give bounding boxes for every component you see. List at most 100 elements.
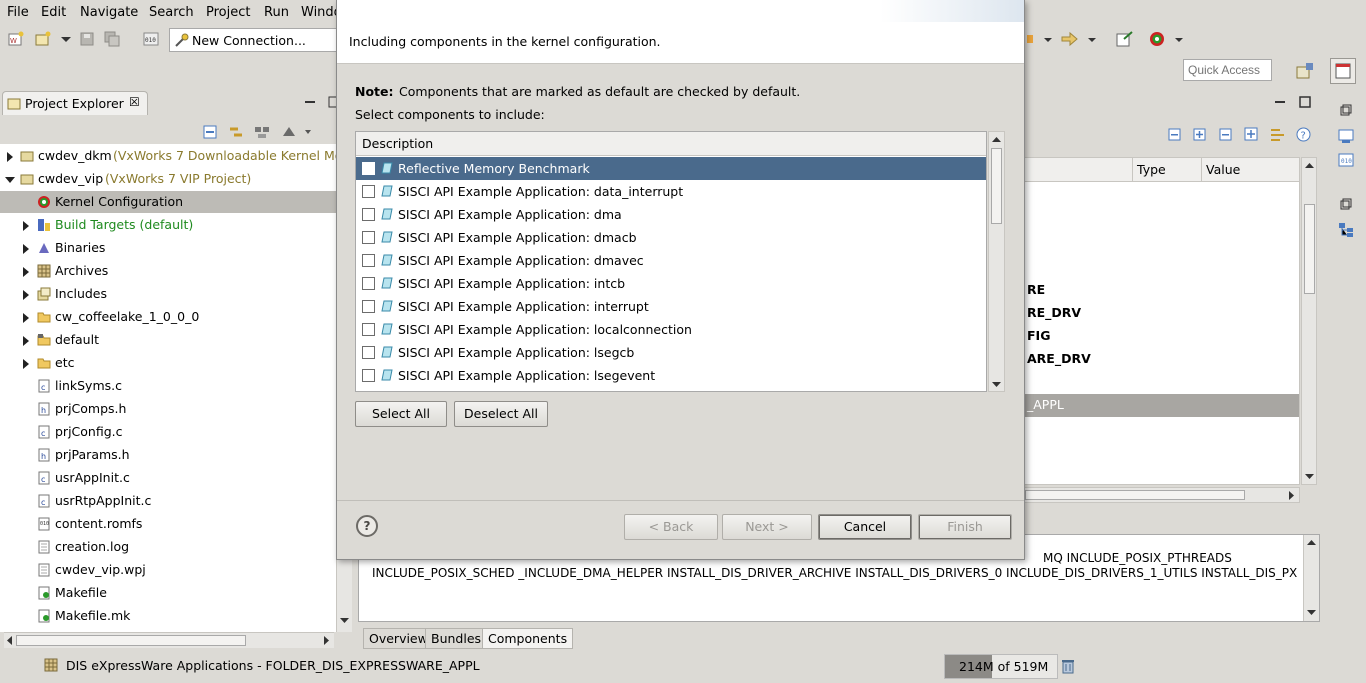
dropdown-arrow-icon[interactable] xyxy=(58,31,74,47)
tree-item-content-romfs[interactable]: 010 content.romfs xyxy=(0,513,336,535)
scroll-down-arrow-icon[interactable] xyxy=(1305,472,1314,481)
explorer-horizontal-scrollbar[interactable] xyxy=(4,632,334,648)
help-icon[interactable]: ? xyxy=(1296,127,1311,142)
restore-icon[interactable] xyxy=(1340,198,1352,210)
vertical-scroll-thumb[interactable] xyxy=(991,148,1002,224)
column-header-type[interactable]: Type xyxy=(1137,162,1166,177)
outline-view-icon[interactable] xyxy=(1338,128,1354,144)
horizontal-scroll-thumb[interactable] xyxy=(1025,490,1245,500)
tree-item-etc[interactable]: etc xyxy=(0,352,336,374)
finish-button[interactable]: Finish xyxy=(918,514,1012,540)
list-item[interactable]: SISCI API Example Application: interrupt xyxy=(356,295,986,318)
column-header-value[interactable]: Value xyxy=(1206,162,1240,177)
menu-run[interactable]: Run xyxy=(264,5,289,20)
expand-icon[interactable] xyxy=(23,267,29,277)
component-checkbox[interactable] xyxy=(362,346,375,359)
select-all-button[interactable]: Select All xyxy=(355,401,447,427)
filter-icon[interactable] xyxy=(254,124,270,140)
trash-icon[interactable] xyxy=(1061,658,1075,674)
tree-item-makefile-mk[interactable]: Makefile.mk xyxy=(0,605,336,627)
tree-item-prjparams[interactable]: h prjParams.h xyxy=(0,444,336,466)
tree-item-linksyms[interactable]: c linkSyms.c xyxy=(0,375,336,397)
close-icon[interactable]: ☒ xyxy=(129,95,140,109)
forward-arrow-icon[interactable] xyxy=(1060,31,1078,47)
minimize-icon[interactable] xyxy=(1274,96,1286,108)
scroll-up-arrow-icon[interactable] xyxy=(1305,161,1314,170)
tree-item-includes[interactable]: Includes xyxy=(0,283,336,305)
component-checkbox[interactable] xyxy=(362,231,375,244)
restore-icon[interactable] xyxy=(1340,104,1352,116)
list-item[interactable]: SISCI API Example Application: data_inte… xyxy=(356,180,986,203)
next-button[interactable]: Next > xyxy=(722,514,812,540)
list-item[interactable]: SISCI API Example Application: dmacb xyxy=(356,226,986,249)
table-vertical-scrollbar[interactable] xyxy=(1301,157,1317,485)
table-row[interactable]: ARE_DRV xyxy=(1027,351,1091,366)
component-checkbox[interactable] xyxy=(362,254,375,267)
tree-item-cwdev-dkm[interactable]: cwdev_dkm (VxWorks 7 Downloadable Kernel… xyxy=(0,145,336,167)
back-button[interactable]: < Back xyxy=(624,514,718,540)
tree-item-build-targets[interactable]: Build Targets (default) xyxy=(0,214,336,236)
menu-navigate[interactable]: Navigate xyxy=(80,5,138,20)
column-header-description[interactable]: Description xyxy=(356,132,986,156)
tree-item-cw-coffeelake[interactable]: cw_coffeelake_1_0_0_0 xyxy=(0,306,336,328)
expand-icon[interactable] xyxy=(7,152,13,162)
help-icon[interactable]: ? xyxy=(356,515,378,537)
perspective-button[interactable] xyxy=(1330,58,1356,84)
table-row[interactable]: RE xyxy=(1027,282,1045,297)
scroll-right-arrow-icon[interactable] xyxy=(1287,491,1295,500)
component-checkbox[interactable] xyxy=(362,162,375,175)
table-row[interactable]: RE_DRV xyxy=(1027,305,1081,320)
tree-item-cwdev-vip[interactable]: cwdev_vip (VxWorks 7 VIP Project) xyxy=(0,168,336,190)
external-tool-icon[interactable] xyxy=(1116,31,1134,47)
tab-overview[interactable]: Overview xyxy=(363,628,434,649)
minimize-icon[interactable] xyxy=(304,96,316,108)
info-vertical-scrollbar[interactable] xyxy=(1303,535,1319,621)
expand-all-icon[interactable] xyxy=(1244,127,1258,141)
expand-icon[interactable] xyxy=(23,244,29,254)
collapse-all-icon[interactable] xyxy=(203,125,217,139)
list-item[interactable]: SISCI API Example Application: lsegevent xyxy=(356,364,986,387)
tree-item-cwdev-vip-wpj[interactable]: cwdev_vip.wpj xyxy=(0,559,336,581)
filter-icon[interactable] xyxy=(1270,127,1286,143)
chevron-down-icon[interactable] xyxy=(304,128,312,136)
list-item[interactable]: Reflective Memory Benchmark xyxy=(356,157,986,180)
dropdown-arrow-icon[interactable] xyxy=(1043,35,1053,45)
new-project-icon[interactable] xyxy=(35,31,51,47)
expand-icon[interactable] xyxy=(23,359,29,369)
list-item[interactable]: SISCI API Example Application: dmavec xyxy=(356,249,986,272)
tree-item-usrappinit[interactable]: c usrAppInit.c xyxy=(0,467,336,489)
terminal-view-icon[interactable]: 010 xyxy=(1338,152,1354,168)
tree-item-creation-log[interactable]: creation.log xyxy=(0,536,336,558)
cancel-button[interactable]: Cancel xyxy=(818,514,912,540)
tree-item-binaries[interactable]: Binaries xyxy=(0,237,336,259)
components-list-scrollbar[interactable] xyxy=(988,131,1005,392)
scroll-down-arrow-icon[interactable] xyxy=(992,380,1001,389)
component-checkbox[interactable] xyxy=(362,185,375,198)
menu-search[interactable]: Search xyxy=(149,5,194,20)
collapse-icon[interactable] xyxy=(5,177,15,183)
tab-bundles[interactable]: Bundles xyxy=(425,628,488,649)
tree-item-kernel-configuration[interactable]: Kernel Configuration xyxy=(0,191,336,213)
scroll-right-arrow-icon[interactable] xyxy=(322,636,330,645)
tree-item-prjconfig[interactable]: c prjConfig.c xyxy=(0,421,336,443)
expand-icon[interactable] xyxy=(23,221,29,231)
scroll-up-arrow-icon[interactable] xyxy=(1307,538,1316,547)
tree-item-makefile[interactable]: Makefile xyxy=(0,582,336,604)
save-all-icon[interactable] xyxy=(104,31,120,47)
horizontal-scroll-thumb[interactable] xyxy=(16,635,246,646)
dropdown-arrow-icon[interactable] xyxy=(1174,35,1184,45)
scroll-left-arrow-icon[interactable] xyxy=(6,636,14,645)
expand-icon[interactable] xyxy=(23,290,29,300)
expand-icon[interactable] xyxy=(1193,128,1206,141)
component-checkbox[interactable] xyxy=(362,300,375,313)
quick-access-input[interactable] xyxy=(1183,59,1272,81)
expand-icon[interactable] xyxy=(23,313,29,323)
open-perspective-icon[interactable] xyxy=(1296,62,1314,80)
list-item[interactable]: SISCI API Example Application: localconn… xyxy=(356,318,986,341)
collapse-all-icon[interactable] xyxy=(1219,128,1232,141)
table-row[interactable]: FIG xyxy=(1027,328,1050,343)
color-wheel-icon[interactable] xyxy=(1148,30,1166,48)
view-menu-icon[interactable] xyxy=(281,124,297,140)
table-horizontal-scrollbar[interactable] xyxy=(1024,487,1300,503)
collapse-icon[interactable] xyxy=(1168,128,1181,141)
